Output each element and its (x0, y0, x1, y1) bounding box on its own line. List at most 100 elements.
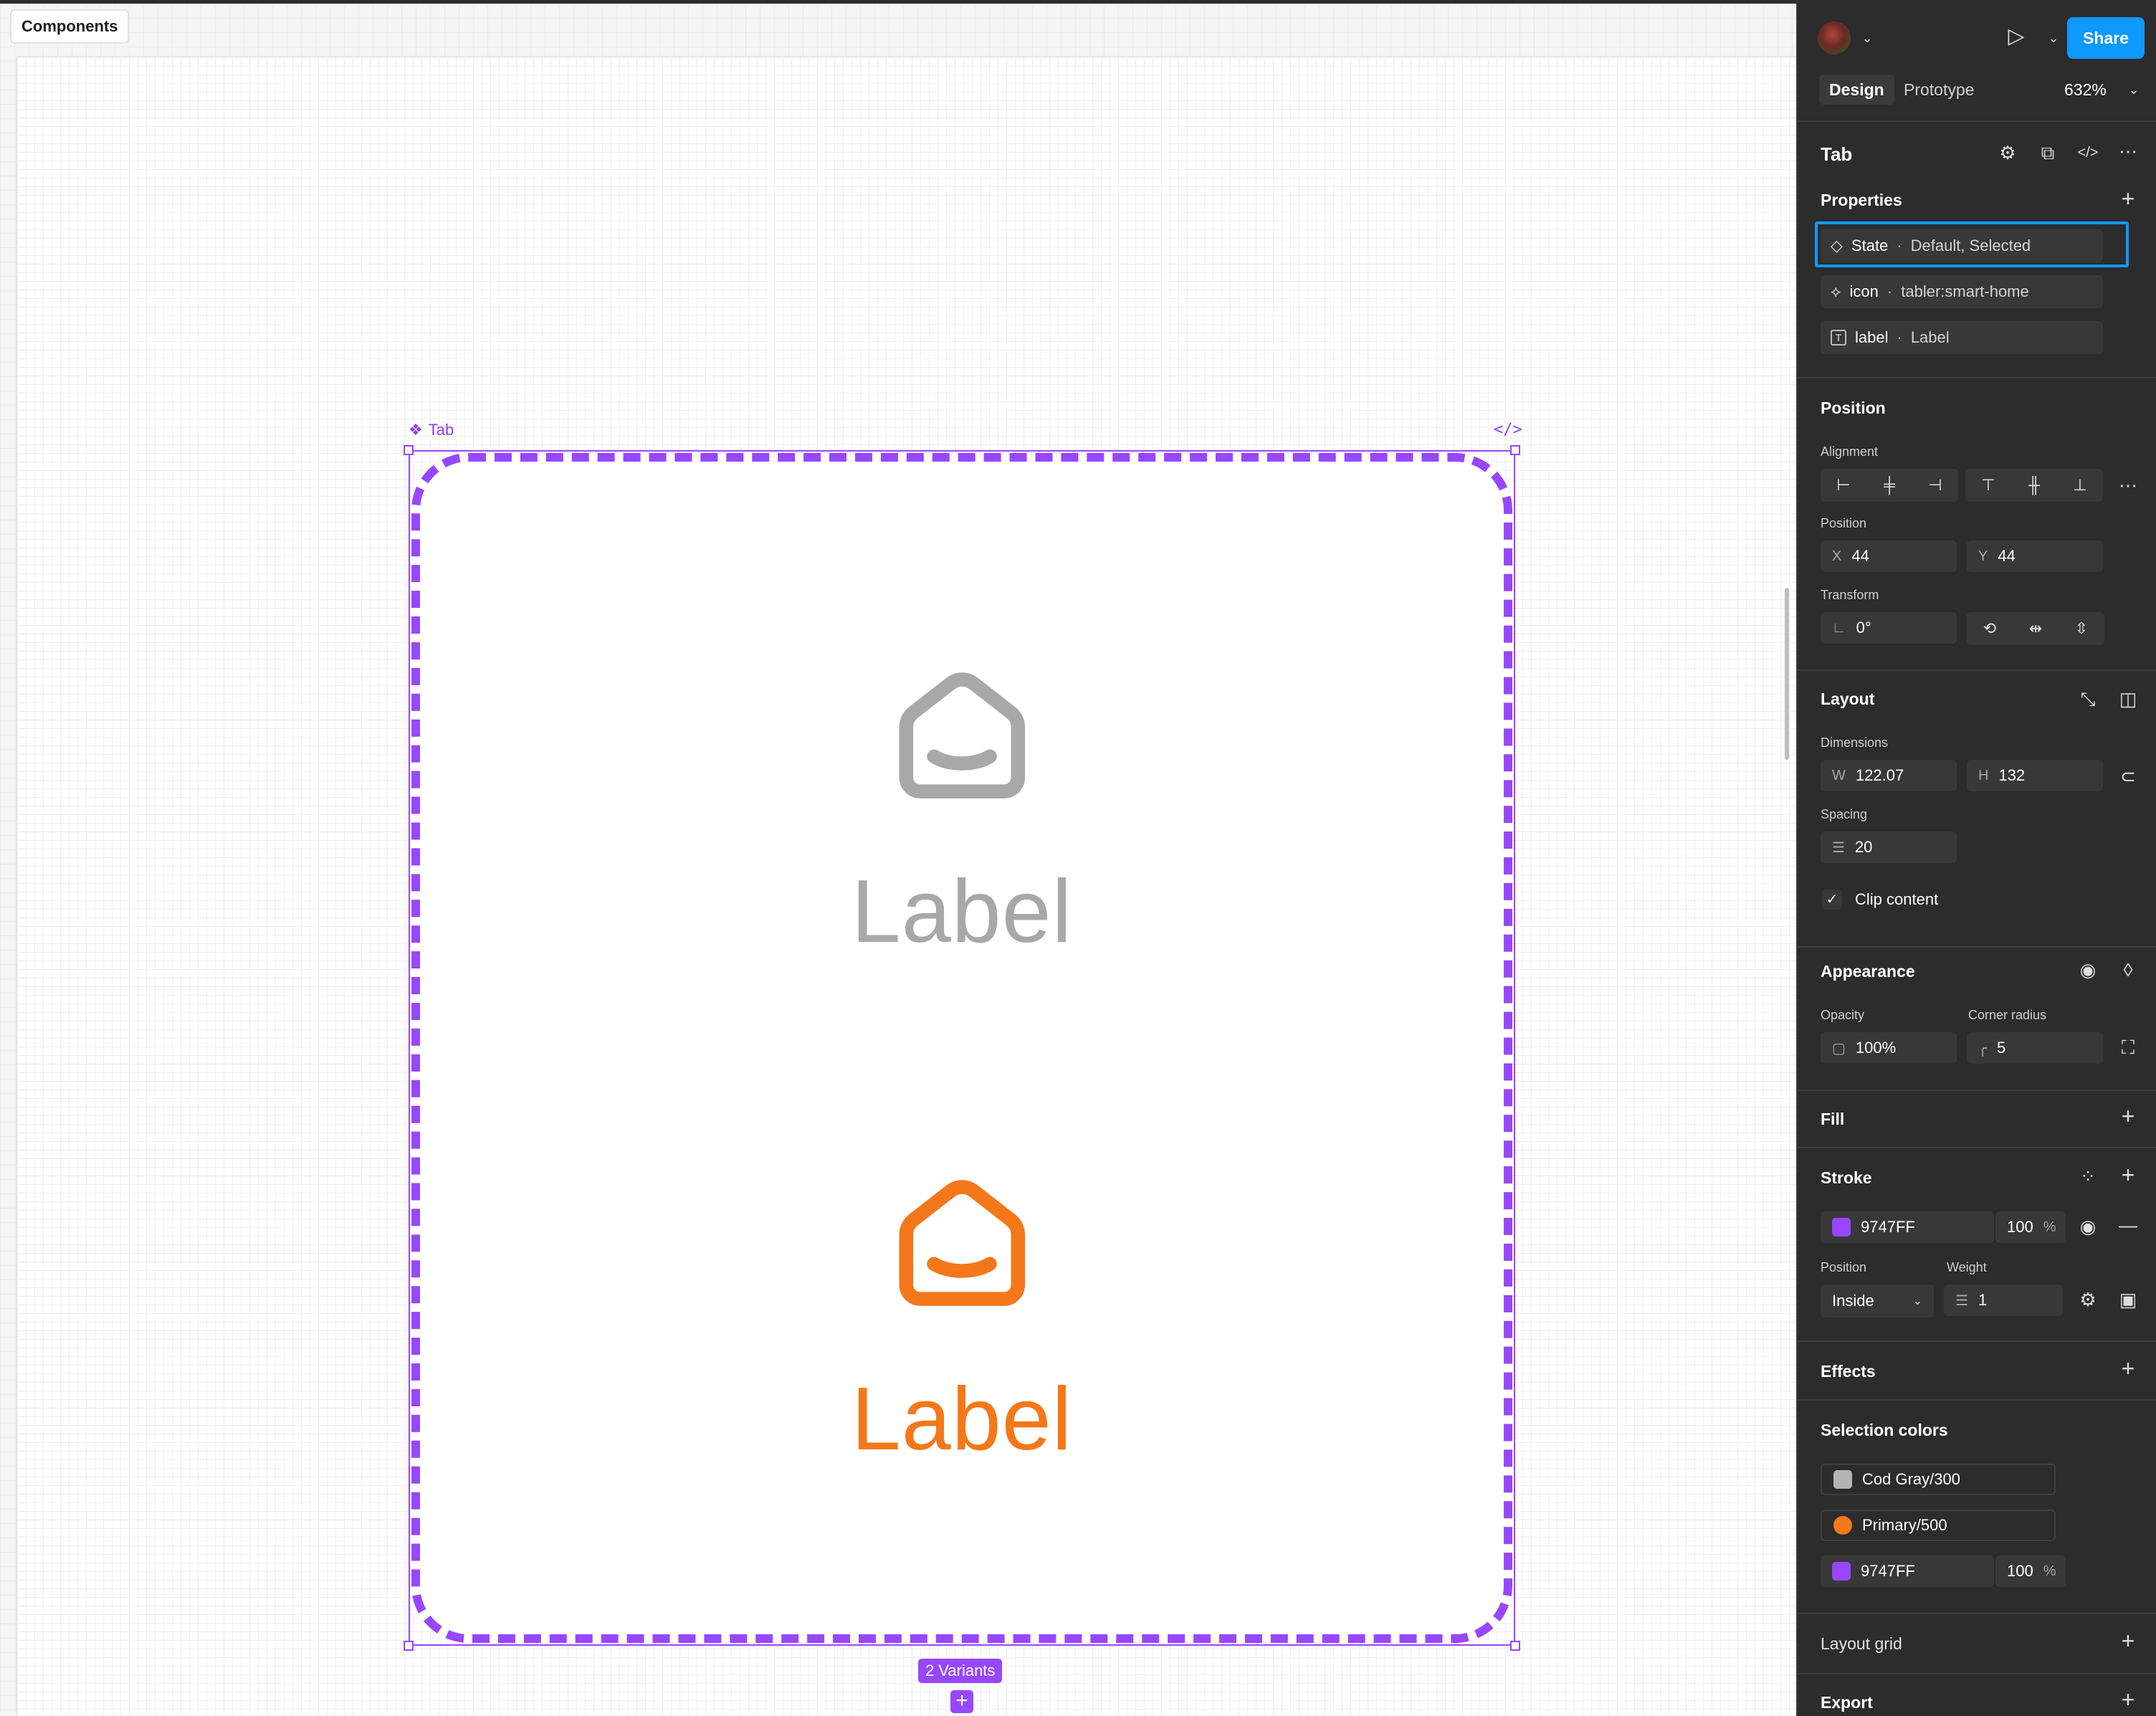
color-swatch[interactable] (1832, 1562, 1851, 1581)
stroke-sides-icon[interactable]: ▣ (2116, 1289, 2140, 1310)
constrain-proportions-icon[interactable]: ⊂ (2116, 766, 2140, 787)
stroke-weight-input[interactable]: ☰ 1 (1944, 1284, 2063, 1316)
component-icon: ❖ (409, 421, 423, 439)
component-name[interactable]: Tab (1821, 143, 1852, 166)
tab-design[interactable]: Design (1819, 75, 1894, 105)
corner-radius-input[interactable]: ╭ 5 (1967, 1032, 2103, 1064)
more-icon[interactable]: ⋯ (2116, 140, 2140, 162)
add-fill-icon[interactable]: + (2116, 1105, 2140, 1128)
add-property-icon[interactable]: + (2116, 187, 2140, 210)
export-title: Export (1821, 1693, 1873, 1712)
add-export-icon[interactable]: + (2116, 1688, 2140, 1711)
instance-swap-icon: ⟡ (1831, 282, 1841, 300)
divider (1798, 669, 2156, 671)
add-variant-button[interactable]: + (950, 1690, 973, 1713)
w-prefix: W (1832, 767, 1846, 783)
dimensions-label: Dimensions (1821, 735, 1889, 750)
align-top-icon[interactable]: ⊤ (1965, 469, 2011, 502)
selection-color-cod-gray[interactable]: Cod Gray/300 (1821, 1464, 2056, 1495)
spacing-input[interactable]: ☰ 20 (1821, 831, 1957, 863)
color-swatch[interactable] (1833, 1470, 1852, 1489)
x-prefix: X (1832, 548, 1842, 564)
design-canvas[interactable]: Components ❖ Tab </> Label Label 2 Varia… (0, 4, 1796, 1716)
blend-mode-icon[interactable]: ◊ (2116, 959, 2140, 981)
instance-icon[interactable]: ⧉ (2036, 142, 2060, 163)
rotate-icon[interactable]: ⟲ (1967, 612, 2013, 645)
add-layout-grid-icon[interactable]: + (2116, 1629, 2140, 1652)
position-title: Position (1821, 399, 1886, 417)
width-input[interactable]: W 122.07 (1821, 760, 1957, 791)
percent-sign: % (2043, 1219, 2056, 1235)
divider (1798, 120, 2156, 122)
adjust-icon[interactable]: ⚙ (1995, 142, 2020, 163)
height-input[interactable]: H 132 (1967, 760, 2103, 791)
variant-default[interactable]: Label (420, 652, 1504, 958)
horizontal-alignment-group[interactable]: ⊢ ╪ ⊣ (1821, 469, 1958, 502)
stroke-opacity-input[interactable]: 100 % (1995, 1211, 2066, 1243)
chevron-down-icon[interactable]: ⌄ (2041, 27, 2066, 49)
percent-sign: % (2043, 1563, 2056, 1579)
eye-icon[interactable]: ◉ (2076, 1216, 2100, 1237)
align-bottom-icon[interactable]: ⊥ (2057, 469, 2103, 502)
code-icon[interactable]: </> (1494, 421, 1522, 439)
position-label: Position (1821, 516, 1867, 530)
stroke-settings-icon[interactable]: ⚙ (2076, 1289, 2100, 1310)
stroke-color-input[interactable]: 9747FF (1821, 1211, 1994, 1243)
effects-title: Effects (1821, 1362, 1876, 1381)
collapse-icon[interactable]: ⤡ (2076, 688, 2100, 710)
align-left-icon[interactable]: ⊢ (1821, 469, 1866, 502)
align-center-v-icon[interactable]: ╫ (2011, 469, 2057, 502)
resize-handle-top-left[interactable] (404, 445, 414, 455)
canvas-scrollbar[interactable] (1785, 588, 1789, 760)
selection-color-primary[interactable]: Primary/500 (1821, 1510, 2056, 1541)
clip-content-checkbox[interactable]: ✓ (1822, 890, 1842, 910)
y-value: 44 (1998, 547, 2016, 565)
transform-group[interactable]: ⟲ ⇹ ⇳ (1967, 612, 2104, 645)
zoom-level[interactable]: 632% (2064, 75, 2107, 105)
chevron-down-icon[interactable]: ⌄ (1855, 27, 1879, 49)
rotation-input[interactable]: ∟ 0° (1821, 612, 1957, 644)
stroke-position-select[interactable]: Inside ⌄ (1821, 1284, 1934, 1317)
focus-highlight (1815, 221, 2129, 267)
resize-handle-bottom-right[interactable] (1510, 1641, 1520, 1651)
color-swatch[interactable] (1833, 1516, 1852, 1535)
property-label[interactable]: T label · Label (1821, 321, 2103, 354)
opacity-input[interactable]: ▢ 100% (1821, 1032, 1957, 1064)
variants-count-badge[interactable]: 2 Variants (918, 1659, 1003, 1683)
tab-prototype[interactable]: Prototype (1904, 75, 1974, 105)
resize-handle-top-right[interactable] (1510, 445, 1520, 455)
divider (1798, 1090, 2156, 1091)
styles-icon[interactable]: ⁘ (2076, 1166, 2100, 1187)
code-icon[interactable]: </> (2076, 142, 2100, 163)
flip-vertical-icon[interactable]: ⇳ (2059, 612, 2104, 645)
smart-home-icon (899, 1180, 1026, 1306)
component-set-frame[interactable]: Label Label (411, 453, 1512, 1643)
eye-icon[interactable]: ◉ (2076, 959, 2100, 981)
resize-handle-bottom-left[interactable] (404, 1641, 414, 1651)
stroke-color-swatch[interactable] (1832, 1218, 1851, 1236)
add-stroke-icon[interactable]: + (2116, 1163, 2140, 1186)
user-avatar[interactable] (1818, 22, 1851, 54)
spacing-icon: ☰ (1832, 839, 1845, 856)
auto-layout-icon[interactable]: ◫ (2116, 688, 2140, 710)
align-center-h-icon[interactable]: ╪ (1866, 469, 1912, 502)
more-icon[interactable]: ⋯ (2116, 475, 2140, 496)
selection-color-stroke[interactable]: 9747FF (1821, 1555, 1994, 1587)
variant-selected[interactable]: Label (420, 1159, 1504, 1466)
page-tab-components[interactable]: Components (10, 9, 130, 44)
x-position-input[interactable]: X 44 (1821, 540, 1957, 572)
play-icon[interactable]: ▷ (2004, 26, 2028, 47)
share-button[interactable]: Share (2067, 17, 2145, 59)
remove-stroke-icon[interactable]: — (2116, 1214, 2140, 1236)
chevron-down-icon[interactable]: ⌄ (2122, 79, 2146, 100)
flip-horizontal-icon[interactable]: ⇹ (2013, 612, 2059, 645)
vertical-alignment-group[interactable]: ⊤ ╫ ⊥ (1965, 469, 2103, 502)
independent-corners-icon[interactable]: ⛶ (2116, 1036, 2140, 1058)
selection-color-opacity-input[interactable]: 100 % (1995, 1555, 2066, 1587)
align-right-icon[interactable]: ⊣ (1912, 469, 1958, 502)
property-icon[interactable]: ⟡ icon · tabler:smart-home (1821, 275, 2103, 308)
y-position-input[interactable]: Y 44 (1967, 540, 2103, 572)
angle-icon: ∟ (1832, 619, 1846, 636)
component-set-label[interactable]: ❖ Tab (409, 419, 454, 441)
add-effect-icon[interactable]: + (2116, 1357, 2140, 1380)
